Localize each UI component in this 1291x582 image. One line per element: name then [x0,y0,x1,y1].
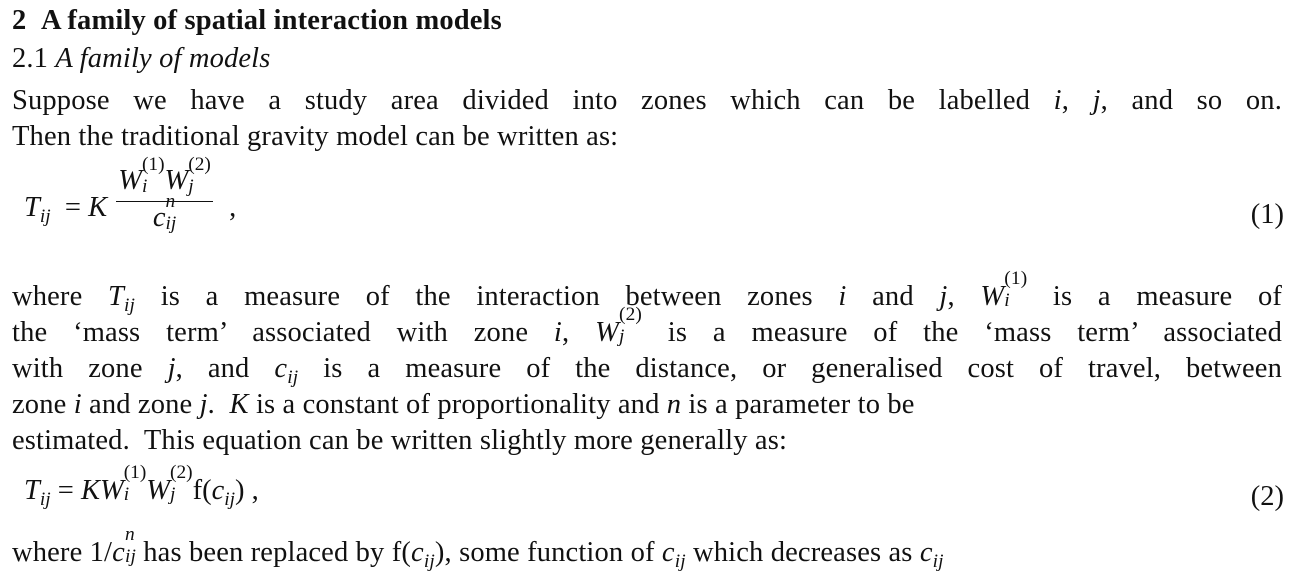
paragraph-2-line-2: the ‘mass term’ associated with zone i, … [12,304,1283,348]
section-number: 2 [12,5,27,36]
equation-1-denominator: cnijij [152,191,177,234]
subsection-heading: 2.1 A family of models [12,42,270,76]
subsection-number: 2.1 [12,43,49,74]
paragraph-2-line-3: with zone j, and cij is a measure of the… [12,353,1282,389]
equation-1: Tij = K W(1)i(1)W(2)j(2) cnijij , [24,155,236,246]
section-title: A family of spatial interaction models [40,5,502,36]
section-heading: 2 A family of spatial interaction models [12,4,502,38]
paragraph-1-line-1: Suppose we have a study area divided int… [12,85,1282,116]
equation-2-number: (2) [1250,481,1284,512]
paragraph-2-line-5: estimated. This equation can be written … [12,425,788,456]
paragraph-1-line-2: Then the traditional gravity model can b… [12,121,619,152]
equation-2: Tij = KW(1)i(1)W(2)j(2)f(cij) , [24,462,259,511]
paper-page: 2 A family of spatial interaction models… [12,0,1284,582]
equation-1-number: (1) [1250,199,1284,230]
paragraph-3-line-1: where 1/cnijij has been replaced by f(ci… [12,524,944,573]
subsection-title: A family of models [55,43,271,74]
paragraph-2-line-4: zone i and zone j. K is a constant of pr… [12,389,915,420]
paragraph-2-line-1: where Tij is a measure of the interactio… [12,268,1282,317]
equation-1-fraction: W(1)i(1)W(2)j(2) cnijij [116,155,213,236]
